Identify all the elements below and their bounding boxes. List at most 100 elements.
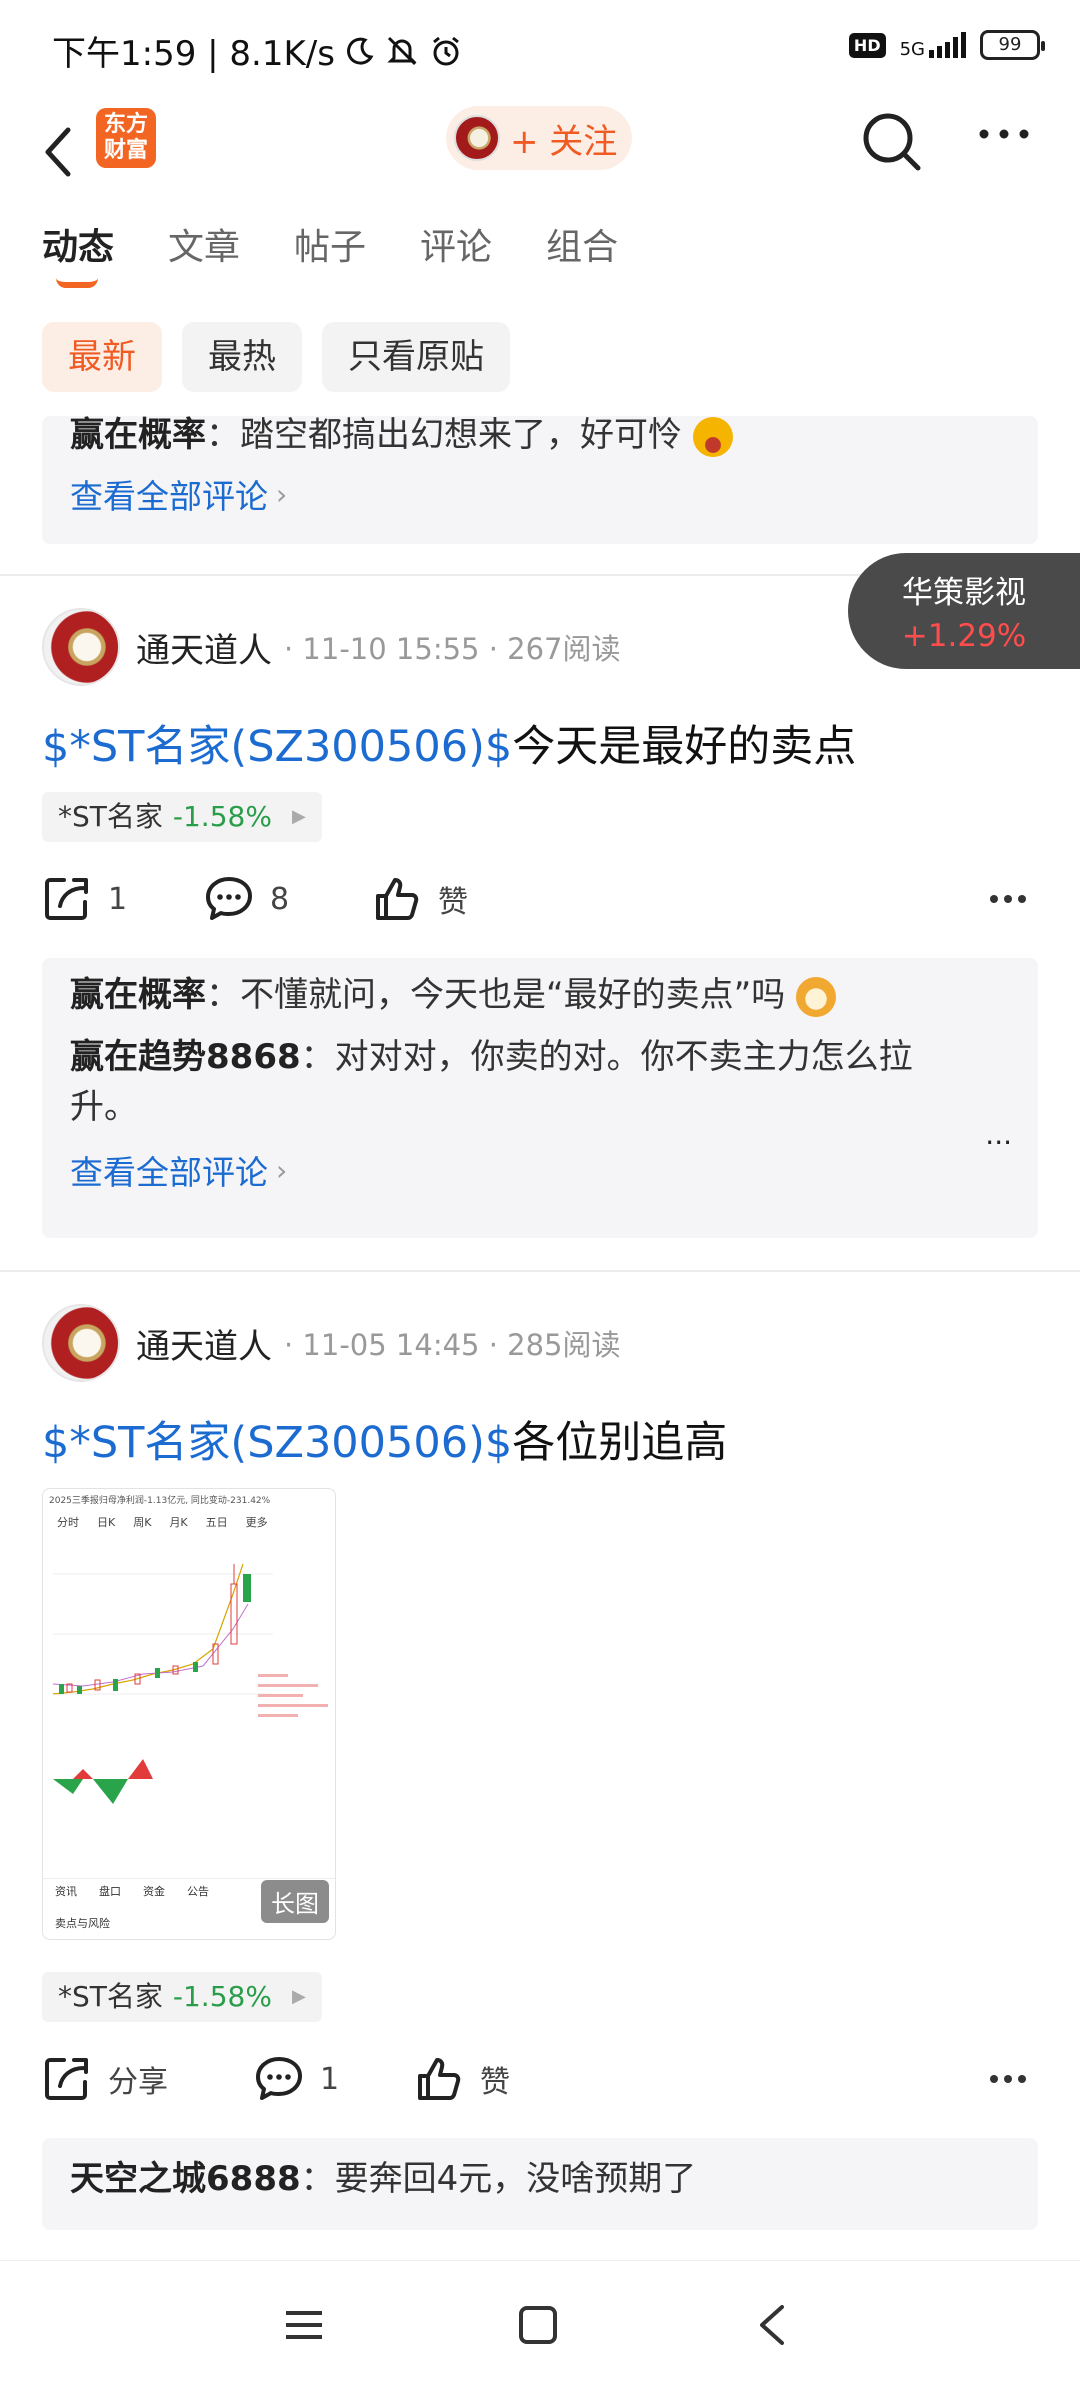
- search-icon[interactable]: [860, 110, 924, 174]
- stock-tag-change: -1.58%: [172, 1980, 272, 2013]
- comment-sep: ：: [206, 415, 240, 455]
- post-actions: 1 8 赞: [42, 874, 1038, 934]
- share-icon: [45, 2058, 88, 2100]
- post-meta: · 11-10 15:55 · 267阅读: [284, 632, 621, 666]
- image-tab: 周K: [133, 1516, 152, 1529]
- like-button[interactable]: 赞: [414, 2054, 510, 2104]
- comment-button[interactable]: 8: [204, 874, 289, 924]
- post-image-thumbnail[interactable]: 2025三季报归母净利润-1.13亿元, 同比变动-231.42% 分时 日K …: [42, 1488, 336, 1940]
- comment-button[interactable]: 1: [254, 2054, 339, 2104]
- tab-label: 文章: [168, 227, 241, 268]
- filter-chips: 最新 最热 只看原贴: [42, 322, 510, 392]
- tab-portfolio[interactable]: 组合: [546, 218, 618, 270]
- filter-original-only[interactable]: 只看原贴: [322, 322, 510, 392]
- app-logo: 东方 财富: [96, 108, 156, 168]
- image-footer-tab: 资金: [143, 1885, 165, 1898]
- comment-sep: ：: [206, 975, 240, 1015]
- image-tab: 更多: [245, 1516, 268, 1529]
- tab-posts[interactable]: 帖子: [294, 218, 366, 270]
- follow-label: + 关注: [510, 121, 618, 162]
- tab-label: 动态: [42, 227, 115, 268]
- comment-text: 要奔回4元，没啥预期了: [334, 2159, 697, 2199]
- comment-icon: [256, 2057, 302, 2100]
- back-arrow-icon[interactable]: [40, 124, 76, 180]
- play-arrow-icon: ▶: [291, 806, 306, 827]
- network-type: 5G: [899, 39, 925, 60]
- avatar[interactable]: [42, 608, 120, 686]
- more-icon[interactable]: [976, 124, 1032, 144]
- menu-icon[interactable]: [284, 2305, 324, 2345]
- moon-icon: [347, 37, 374, 65]
- status-bar: 下午1:59 | 8.1K/s HD 5G 99: [0, 0, 1080, 96]
- stock-tag-name: *ST名家: [58, 800, 163, 833]
- comment-author[interactable]: 赢在概率: [70, 415, 206, 455]
- tab-articles[interactable]: 文章: [168, 218, 240, 270]
- stock-link[interactable]: $*ST名家(SZ300506)$: [42, 1418, 512, 1468]
- battery-icon: 99: [980, 30, 1045, 60]
- hd-badge: HD: [848, 32, 886, 58]
- stock-tag[interactable]: *ST名家 -1.58% ▶: [42, 1972, 322, 2022]
- thumbs-up-icon: [418, 2058, 461, 2100]
- tab-dynamics[interactable]: 动态: [42, 218, 115, 288]
- chevron-right-icon: ›: [276, 477, 288, 511]
- status-left: 下午1:59 | 8.1K/s: [52, 26, 463, 75]
- floating-stock-change: +1.29%: [901, 618, 1027, 654]
- filter-latest[interactable]: 最新: [42, 322, 162, 392]
- floating-stock-widget[interactable]: 华策影视 +1.29%: [848, 553, 1080, 669]
- see-all-comments-link[interactable]: 查看全部评论 ›: [70, 1146, 1010, 1194]
- image-tab: 月K: [169, 1516, 188, 1529]
- post-title-text: 各位别追高: [512, 1418, 728, 1468]
- comment-sep: ：: [300, 2159, 335, 2199]
- avatar[interactable]: [42, 1304, 120, 1382]
- stock-tag-change: -1.58%: [172, 800, 272, 833]
- image-tab: 分时: [57, 1516, 79, 1529]
- alarm-icon: [433, 36, 459, 65]
- comment-author[interactable]: 赢在概率: [70, 975, 206, 1015]
- stock-tag-name: *ST名家: [58, 1980, 163, 2013]
- profile-tabs: 动态 文章 帖子 评论 组合: [42, 218, 618, 288]
- post-header: 通天道人 · 11-05 14:45 · 285阅读: [42, 1304, 621, 1382]
- see-all-comments-link[interactable]: 查看全部评论 ›: [70, 470, 1010, 518]
- comment-item: 赢在概率：不懂就问，今天也是“最好的卖点”吗: [70, 970, 1010, 1020]
- comment-more-indicator[interactable]: ...: [985, 1118, 1012, 1151]
- like-button[interactable]: 赞: [372, 874, 468, 924]
- laughing-emoji-icon: [692, 416, 733, 457]
- filter-hot[interactable]: 最热: [182, 322, 302, 392]
- comment-author[interactable]: 天空之城6888: [70, 2159, 301, 2199]
- author-name[interactable]: 通天道人: [136, 1319, 272, 1368]
- comment-item: 赢在概率：踏空都搞出幻想来了，好可怜: [70, 410, 1010, 460]
- comment-text: 踏空都搞出幻想来了，好可怜: [240, 415, 682, 455]
- comment-author[interactable]: 赢在趋势8868: [70, 1037, 301, 1077]
- post-title[interactable]: $*ST名家(SZ300506)$各位别追高: [42, 1408, 727, 1470]
- post-actions: 分享 1 赞: [42, 2054, 1038, 2114]
- mute-bell-icon: [387, 36, 417, 65]
- post-more-icon[interactable]: [988, 2072, 1028, 2086]
- stock-link[interactable]: $*ST名家(SZ300506)$: [42, 722, 512, 772]
- share-button[interactable]: 分享: [42, 2054, 168, 2104]
- comment-count: 8: [270, 881, 290, 917]
- comment-text: 不懂就问，今天也是“最好的卖点”吗: [240, 975, 786, 1015]
- status-right: HD 5G 99: [848, 30, 1045, 60]
- follow-button[interactable]: + 关注: [446, 106, 632, 170]
- cat-emoji-icon: [796, 976, 837, 1017]
- share-label: 分享: [108, 2065, 168, 2100]
- long-image-badge: 长图: [261, 1880, 329, 1923]
- tab-comments[interactable]: 评论: [420, 218, 492, 270]
- battery-level: 99: [998, 34, 1022, 55]
- post-more-icon[interactable]: [988, 892, 1028, 906]
- see-all-label: 查看全部评论: [70, 477, 268, 516]
- image-tab: 日K: [97, 1516, 116, 1529]
- share-icon: [45, 878, 88, 920]
- home-icon[interactable]: [518, 2305, 558, 2345]
- stock-tag[interactable]: *ST名家 -1.58% ▶: [42, 792, 322, 842]
- comment-item: 赢在趋势8868：对对对，你卖的对。你不卖主力怎么拉升。: [70, 1032, 1010, 1132]
- image-tabs: 分时 日K 周K 月K 五日 更多: [43, 1510, 335, 1534]
- post-title[interactable]: $*ST名家(SZ300506)$今天是最好的卖点: [42, 712, 856, 774]
- share-button[interactable]: 1: [42, 874, 127, 924]
- back-icon[interactable]: [756, 2305, 788, 2345]
- tab-label: 评论: [420, 227, 493, 268]
- post-title-text: 今天是最好的卖点: [512, 722, 857, 772]
- post-divider: [0, 1270, 1080, 1272]
- comment-box: 天空之城6888：要奔回4元，没啥预期了: [42, 2138, 1038, 2230]
- author-name[interactable]: 通天道人: [136, 623, 272, 672]
